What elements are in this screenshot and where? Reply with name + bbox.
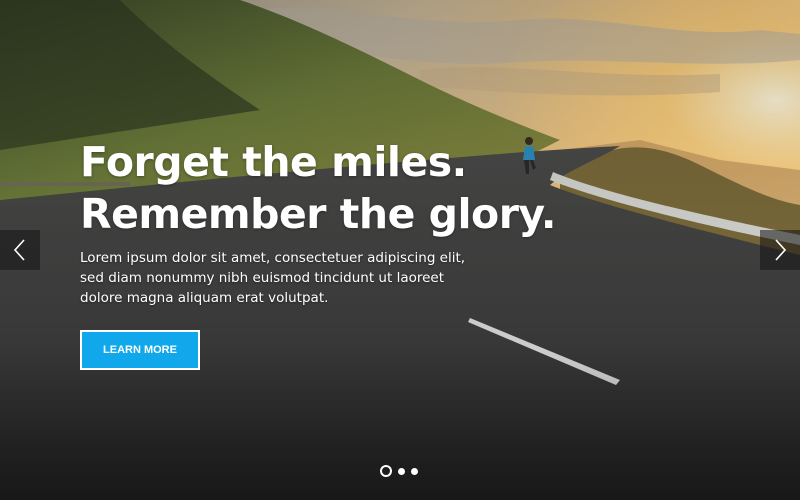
pagination-dot-2[interactable]: [398, 467, 405, 475]
hero-slider: Forget the miles. Remember the glory. Lo…: [0, 0, 800, 500]
chevron-right-icon: [775, 239, 787, 261]
headline-line-1: Forget the miles.: [80, 138, 467, 186]
pagination-dot-3[interactable]: [411, 467, 418, 475]
headline-line-2: Remember the glory.: [80, 190, 556, 238]
next-slide-button[interactable]: [760, 230, 800, 270]
slide-headline: Forget the miles. Remember the glory.: [80, 136, 556, 240]
chevron-left-icon: [13, 239, 25, 261]
learn-more-button[interactable]: LEARN MORE: [80, 330, 200, 370]
pagination-dot-1[interactable]: [380, 465, 392, 477]
slide-description: Lorem ipsum dolor sit amet, consectetuer…: [80, 250, 466, 306]
prev-slide-button[interactable]: [0, 230, 40, 270]
slide-pagination: [380, 465, 418, 477]
